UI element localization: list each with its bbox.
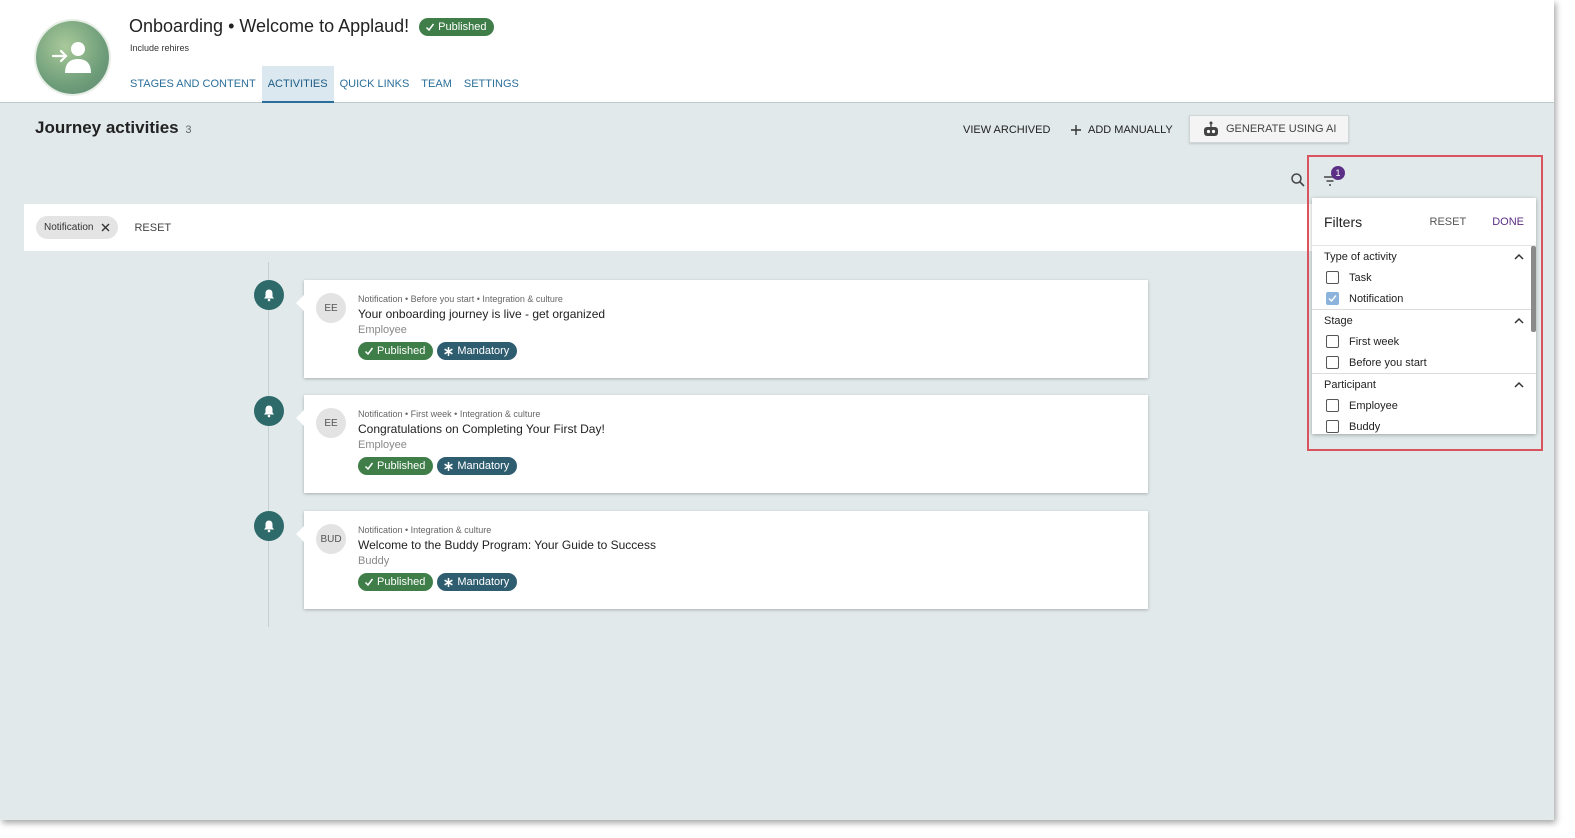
tab-team[interactable]: TEAM — [415, 66, 458, 103]
tab-activities[interactable]: ACTIVITIES — [261, 66, 334, 103]
bell-icon — [264, 405, 274, 418]
activity-participant: Employee — [358, 439, 407, 451]
published-badge-label: Published — [377, 460, 426, 472]
activity-card[interactable]: EE Notification • First week • Integrati… — [296, 395, 1148, 493]
activity-meta: Notification • Integration & culture — [358, 525, 492, 535]
check-icon — [426, 23, 435, 31]
view-archived-button[interactable]: VIEW ARCHIVED — [963, 118, 1050, 142]
page-header: Onboarding • Welcome to Applaud! Publish… — [0, 0, 1554, 103]
published-badge-label: Published — [377, 345, 426, 357]
participant-avatar: EE — [316, 408, 346, 438]
tab-settings[interactable]: SETTINGS — [458, 66, 525, 103]
activity-title[interactable]: Your onboarding journey is live - get or… — [358, 307, 605, 321]
asterisk-icon — [444, 461, 454, 471]
filters-highlight-box — [1307, 155, 1543, 451]
generate-ai-button[interactable]: GENERATE USING AI — [1189, 115, 1350, 143]
generate-ai-label: GENERATE USING AI — [1226, 123, 1337, 135]
participant-avatar: EE — [316, 293, 346, 323]
tab-quick-links[interactable]: QUICK LINKS — [334, 66, 416, 103]
activity-title[interactable]: Congratulations on Completing Your First… — [358, 422, 605, 436]
check-icon — [364, 578, 374, 587]
mandatory-badge-label: Mandatory — [457, 576, 510, 588]
activity-title[interactable]: Welcome to the Buddy Program: Your Guide… — [358, 538, 656, 552]
status-badge: Published — [419, 17, 495, 36]
activity-participant: Buddy — [358, 555, 390, 567]
journey-subtitle: Include rehires — [130, 43, 190, 53]
mandatory-badge: Mandatory — [437, 573, 518, 591]
activity-count: 3 — [185, 124, 192, 136]
view-archived-label: VIEW ARCHIVED — [963, 124, 1051, 136]
close-icon[interactable] — [101, 223, 110, 232]
tab-stages-and-content[interactable]: STAGES AND CONTENT — [124, 66, 262, 103]
asterisk-icon — [444, 346, 454, 356]
timeline-line — [268, 262, 269, 627]
activity-card[interactable]: BUD Notification • Integration & culture… — [296, 511, 1148, 609]
active-filters-bar: Notification RESET — [24, 204, 1314, 251]
mandatory-badge-label: Mandatory — [457, 460, 510, 472]
mandatory-badge: Mandatory — [437, 342, 518, 360]
tab-bar: STAGES AND CONTENT ACTIVITIES QUICK LINK… — [124, 66, 525, 103]
section-title: Journey activities 3 — [35, 118, 191, 138]
add-manually-label: ADD MANUALLY — [1088, 124, 1173, 136]
activity-participant: Employee — [358, 324, 407, 336]
activity-meta: Notification • Before you start • Integr… — [358, 294, 563, 304]
filter-chip-label: Notification — [44, 222, 94, 233]
user-arrow-icon — [51, 41, 91, 73]
search-icon — [1291, 173, 1305, 187]
mandatory-badge-label: Mandatory — [457, 345, 510, 357]
robot-icon — [1204, 121, 1218, 136]
published-badge: Published — [358, 573, 434, 591]
bell-icon — [264, 520, 274, 533]
journey-avatar — [36, 21, 109, 94]
mandatory-badge: Mandatory — [437, 457, 518, 475]
asterisk-icon — [444, 577, 454, 587]
check-icon — [364, 347, 374, 356]
page-title: Onboarding • Welcome to Applaud! — [129, 16, 410, 36]
published-badge-label: Published — [377, 576, 426, 588]
activity-card[interactable]: EE Notification • Before you start • Int… — [296, 280, 1148, 378]
bell-icon — [264, 289, 274, 302]
timeline-dot — [254, 280, 284, 310]
published-badge: Published — [358, 457, 434, 475]
timeline-dot — [254, 511, 284, 541]
published-badge: Published — [358, 342, 434, 360]
check-icon — [364, 462, 374, 471]
reset-filters-link[interactable]: RESET — [134, 222, 171, 234]
app-window: Onboarding • Welcome to Applaud! Publish… — [0, 0, 1554, 820]
status-badge-label: Published — [438, 20, 487, 33]
section-title-label: Journey activities — [35, 118, 179, 137]
timeline-dot — [254, 396, 284, 426]
add-manually-button[interactable]: ADD MANUALLY — [1070, 118, 1173, 142]
plus-icon — [1071, 125, 1081, 135]
filter-chip-notification[interactable]: Notification — [36, 216, 119, 239]
search-button[interactable] — [1290, 172, 1306, 188]
participant-avatar: BUD — [316, 524, 346, 554]
activity-meta: Notification • First week • Integration … — [358, 409, 541, 419]
